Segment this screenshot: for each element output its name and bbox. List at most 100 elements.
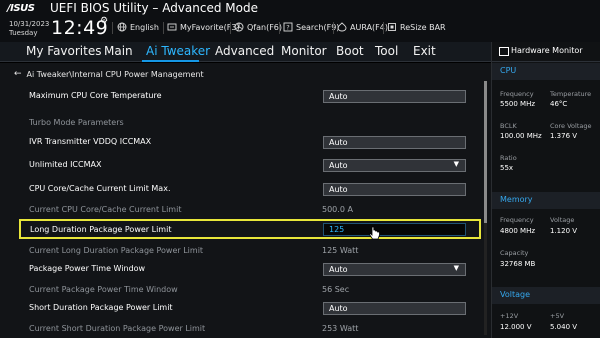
max-cpu-core-temp-input[interactable]: Auto: [323, 90, 466, 103]
hardware-monitor-title: Hardware Monitor: [511, 46, 583, 55]
main-menu: My Favorites Main Ai Tweaker Advanced Mo…: [0, 42, 491, 62]
chevron-down-icon: ▼: [453, 160, 459, 168]
svg-text:?: ?: [286, 24, 289, 32]
package-power-time-window-select[interactable]: Auto ▼: [323, 263, 466, 276]
tab-ai-tweaker[interactable]: Ai Tweaker: [146, 44, 210, 58]
hardware-monitor-header: Hardware Monitor: [492, 42, 600, 62]
cpu-frequency-value: 5500 MHz: [500, 100, 536, 108]
tab-main[interactable]: Main: [104, 44, 133, 58]
setting-row-max-cpu-core-temp[interactable]: Maximum CPU Core Temperature Auto: [20, 87, 480, 106]
resize-bar-icon: [388, 23, 396, 31]
short-duration-power-limit-input[interactable]: Auto: [323, 302, 466, 315]
breadcrumb: ← Ai Tweaker\Internal CPU Power Manageme…: [14, 69, 204, 79]
header-divider: [383, 22, 384, 34]
qfan-label: Qfan(F6): [247, 22, 283, 32]
core-cache-limit-max-input[interactable]: Auto: [323, 183, 466, 196]
section-turbo-mode-parameters: Turbo Mode Parameters: [20, 114, 480, 133]
setting-label: IVR Transmitter VDDQ ICCMAX: [29, 137, 152, 146]
globe-icon: [117, 22, 127, 32]
capacity-value: 32768 MB: [500, 260, 536, 268]
tab-exit[interactable]: Exit: [413, 44, 436, 58]
resize-bar-label: ReSize BAR: [400, 22, 446, 32]
readonly-value: 125 Watt: [322, 246, 359, 255]
cpu-temperature-value: 46°C: [550, 100, 568, 108]
readonly-label: Current Long Duration Package Power Limi…: [29, 246, 204, 255]
voltage-section-title: Voltage: [500, 290, 531, 299]
asus-logo: /ISUS: [7, 3, 35, 14]
capacity-label: Capacity: [500, 249, 529, 257]
setting-row-package-power-time-window[interactable]: Package Power Time Window Auto ▼: [20, 260, 480, 279]
clock-settings-icon[interactable]: ⚙: [100, 16, 108, 26]
readonly-label: Current CPU Core/Cache Current Limit: [29, 205, 182, 214]
qfan-button[interactable]: Qfan(F6): [234, 22, 282, 32]
readonly-row-long-duration-limit: Current Long Duration Package Power Limi…: [20, 242, 480, 261]
resize-bar-button[interactable]: ReSize BAR: [387, 22, 446, 32]
memory-section-title: Memory: [500, 195, 533, 204]
date-text: 10/31/2023: [9, 20, 50, 28]
hand-cursor-icon: [369, 226, 380, 240]
setting-row-long-duration-power-limit[interactable]: Long Duration Package Power Limit 125: [19, 219, 481, 239]
readonly-label: Current Package Power Time Window: [29, 285, 178, 294]
aura-icon: [337, 22, 347, 32]
core-voltage-value: 1.376 V: [550, 132, 578, 140]
aura-button[interactable]: AURA(F4): [337, 22, 388, 32]
tab-tool[interactable]: Tool: [375, 44, 398, 58]
header-divider: [230, 22, 231, 34]
setting-row-short-duration-power-limit[interactable]: Short Duration Package Power Limit Auto: [20, 299, 480, 318]
tab-boot[interactable]: Boot: [336, 44, 364, 58]
setting-row-core-cache-limit-max[interactable]: CPU Core/Cache Current Limit Max. Auto: [20, 180, 480, 199]
v12-label: +12V: [500, 312, 519, 320]
setting-label: Maximum CPU Core Temperature: [29, 91, 162, 100]
ratio-label: Ratio: [500, 154, 517, 162]
core-voltage-label: Core Voltage: [550, 122, 592, 130]
long-duration-power-limit-input[interactable]: 125: [323, 223, 466, 236]
scrollbar[interactable]: [484, 81, 487, 335]
setting-row-unlimited-iccmax[interactable]: Unlimited ICCMAX Auto ▼: [20, 156, 480, 175]
cpu-section-title: CPU: [500, 66, 517, 75]
scrollbar-thumb[interactable]: [484, 81, 487, 223]
language-label: English: [130, 22, 159, 32]
memory-voltage-value: 1.120 V: [550, 227, 578, 235]
section-label: Turbo Mode Parameters: [29, 118, 124, 127]
myfavorite-button[interactable]: MyFavorite(F3): [167, 22, 240, 32]
readonly-row-package-time-window: Current Package Power Time Window 56 Sec: [20, 281, 480, 300]
select-value: Auto: [329, 161, 348, 170]
readonly-value: 253 Watt: [322, 324, 359, 333]
setting-row-ivr-transmitter[interactable]: IVR Transmitter VDDQ ICCMAX Auto: [20, 133, 480, 152]
cpu-frequency-label: Frequency: [500, 90, 534, 98]
v5-label: +5V: [550, 312, 565, 320]
readonly-value: 56 Sec: [322, 285, 350, 294]
setting-label: Short Duration Package Power Limit: [29, 303, 173, 312]
back-arrow-icon[interactable]: ←: [14, 69, 22, 79]
v5-value: 5.040 V: [550, 323, 578, 331]
memory-section-header: Memory: [492, 192, 600, 209]
voltage-section-header: Voltage: [492, 287, 600, 304]
search-button[interactable]: ? Search(F9): [283, 22, 339, 32]
language-button[interactable]: English: [117, 22, 159, 32]
app-title: UEFI BIOS Utility – Advanced Mode: [50, 1, 258, 15]
memory-voltage-label: Voltage: [550, 216, 575, 224]
v12-value: 12.000 V: [500, 323, 532, 331]
settings-panel: ← Ai Tweaker\Internal CPU Power Manageme…: [0, 63, 491, 338]
active-tab-indicator: [142, 60, 199, 62]
help-search-icon: ?: [283, 22, 293, 32]
tab-monitor[interactable]: Monitor: [281, 44, 327, 58]
breadcrumb-path: Ai Tweaker\Internal CPU Power Management: [26, 69, 204, 79]
memory-frequency-label: Frequency: [500, 216, 534, 224]
header-divider: [333, 22, 334, 34]
date-display: 10/31/2023 Tuesday: [9, 20, 49, 38]
tab-advanced[interactable]: Advanced: [215, 44, 274, 58]
header-divider: [163, 22, 164, 34]
setting-label: CPU Core/Cache Current Limit Max.: [29, 184, 171, 193]
header-divider: [279, 22, 280, 34]
ivr-transmitter-input[interactable]: Auto: [323, 136, 466, 149]
cpu-temperature-label: Temperature: [550, 90, 592, 98]
readonly-row-short-duration-limit: Current Short Duration Package Power Lim…: [20, 320, 480, 338]
readonly-row-core-cache-limit: Current CPU Core/Cache Current Limit 500…: [20, 201, 480, 220]
unlimited-iccmax-select[interactable]: Auto ▼: [323, 159, 466, 172]
tab-my-favorites[interactable]: My Favorites: [26, 44, 101, 58]
readonly-value: 500.0 A: [322, 205, 353, 214]
fan-icon: [234, 22, 244, 32]
day-text: Tuesday: [9, 29, 38, 37]
setting-label: Package Power Time Window: [29, 264, 146, 273]
